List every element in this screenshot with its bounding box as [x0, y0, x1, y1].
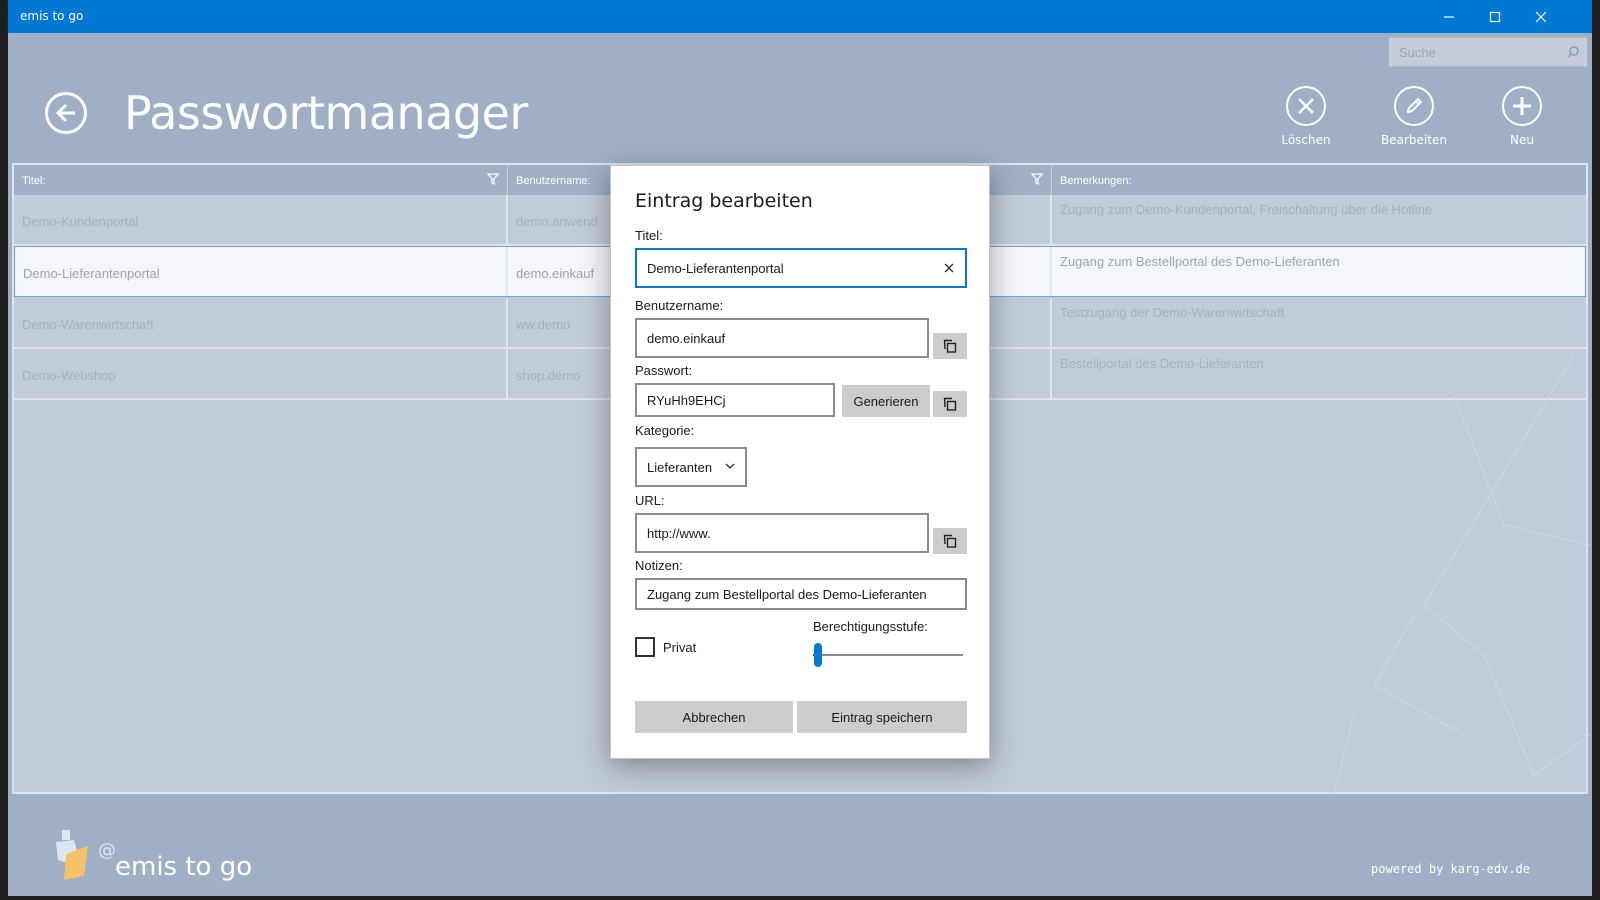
- category-value: Lieferanten: [647, 460, 713, 475]
- cell-title: Demo-Lieferantenportal: [15, 247, 508, 296]
- password-field: [635, 383, 835, 417]
- permission-slider[interactable]: [813, 643, 963, 667]
- password-label: Passwort:: [635, 363, 693, 378]
- emis-logo-icon: @: [56, 830, 116, 880]
- plus-icon: [1513, 97, 1531, 115]
- search-input[interactable]: [1389, 38, 1559, 66]
- url-label: URL:: [635, 493, 665, 508]
- delete-label: Löschen: [1281, 133, 1331, 147]
- copy-url-button[interactable]: [933, 528, 967, 554]
- background-pattern: [1333, 355, 1590, 795]
- edit-label: Bearbeiten: [1381, 133, 1447, 147]
- cell-title: Demo-Webshop: [14, 349, 508, 398]
- cell-notes: Testzugang der Demo-Warenwirtschaft: [1060, 305, 1285, 320]
- close-icon: [1535, 11, 1547, 22]
- arrow-left-icon: [55, 103, 75, 123]
- delete-button[interactable]: Löschen: [1261, 86, 1351, 147]
- filter-icon[interactable]: [1031, 173, 1043, 185]
- copy-icon: [943, 534, 957, 548]
- column-title-label: Titel:: [22, 175, 46, 187]
- cell-notes: Zugang zum Bestellportal des Demo-Liefer…: [1060, 254, 1340, 269]
- minimize-button[interactable]: [1426, 0, 1472, 33]
- maximize-icon: [1489, 11, 1501, 22]
- cell-notes: Zugang zum Demo-Kundenportal, Freischalt…: [1060, 202, 1433, 217]
- minimize-icon: [1444, 15, 1454, 18]
- cell-title: Demo-Warenwirtschaft: [14, 298, 508, 347]
- column-username-label: Benutzername:: [516, 175, 591, 187]
- footer: @ emis to go powered by karg-edv.de: [8, 810, 1592, 896]
- username-label: Benutzername:: [635, 298, 724, 313]
- chevron-down-icon: [725, 463, 735, 469]
- column-header-notes[interactable]: Bemerkungen:: [1052, 165, 1586, 195]
- column-notes-label: Bemerkungen:: [1060, 175, 1132, 187]
- copy-username-button[interactable]: [933, 333, 967, 359]
- filter-icon[interactable]: [487, 173, 499, 185]
- category-label: Kategorie:: [635, 423, 695, 438]
- search-icon[interactable]: [1567, 46, 1579, 58]
- cancel-button[interactable]: Abbrechen: [635, 701, 793, 733]
- edit-button[interactable]: Bearbeiten: [1369, 86, 1459, 147]
- cell-title: Demo-Kundenportal: [14, 195, 508, 244]
- window-title: emis to go: [20, 9, 84, 23]
- url-field: [635, 513, 929, 553]
- username-field: [635, 318, 929, 358]
- title-field: [635, 248, 967, 288]
- back-button[interactable]: [45, 92, 87, 134]
- footer-powered-by[interactable]: powered by karg-edv.de: [1371, 862, 1530, 876]
- title-bar: emis to go: [8, 0, 1592, 33]
- new-label: Neu: [1510, 133, 1534, 147]
- copy-icon: [943, 339, 957, 353]
- column-header-title[interactable]: Titel:: [14, 165, 508, 195]
- x-icon: [1298, 98, 1314, 114]
- notes-label: Notizen:: [635, 558, 683, 573]
- footer-brand: emis to go: [115, 852, 253, 882]
- pencil-icon: [1406, 97, 1423, 114]
- generate-button[interactable]: Generieren: [842, 385, 930, 417]
- category-select[interactable]: Lieferanten: [635, 447, 747, 487]
- url-input[interactable]: [637, 515, 927, 551]
- close-window-button[interactable]: [1518, 0, 1564, 33]
- maximize-button[interactable]: [1472, 0, 1518, 33]
- title-input[interactable]: [637, 250, 965, 286]
- copy-password-button[interactable]: [933, 391, 967, 417]
- clear-icon[interactable]: [943, 262, 955, 274]
- private-checkbox[interactable]: [635, 637, 655, 657]
- permission-label: Berechtigungsstufe:: [813, 619, 928, 634]
- search-box: [1388, 37, 1588, 67]
- copy-icon: [943, 397, 957, 411]
- private-label: Privat: [663, 640, 697, 655]
- save-entry-button[interactable]: Eintrag speichern: [797, 701, 967, 733]
- password-input[interactable]: [637, 385, 833, 415]
- new-button[interactable]: Neu: [1477, 86, 1567, 147]
- edit-entry-dialog: Eintrag bearbeiten Titel: Benutzername: …: [610, 165, 990, 759]
- title-label: Titel:: [635, 228, 663, 243]
- notes-input[interactable]: [637, 580, 965, 608]
- dialog-title: Eintrag bearbeiten: [635, 190, 813, 212]
- notes-field: [635, 578, 967, 610]
- app-window: emis to go Passwortmanager Löschen Bearb…: [8, 0, 1592, 896]
- permission-slider-thumb[interactable]: [813, 643, 822, 667]
- username-input[interactable]: [637, 320, 927, 356]
- page-title: Passwortmanager: [124, 86, 528, 140]
- svg-text:@: @: [98, 840, 116, 861]
